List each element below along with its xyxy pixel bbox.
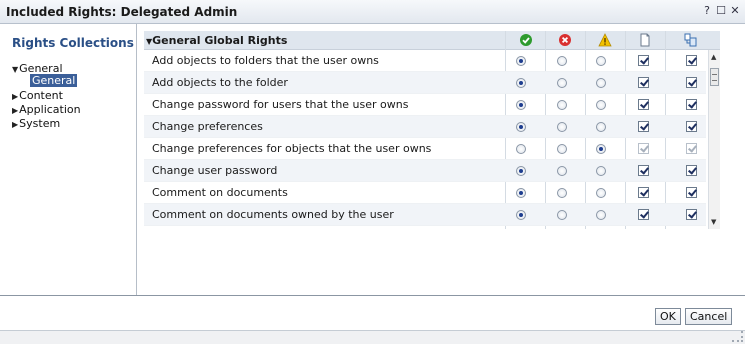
- apply-to-object-checkbox[interactable]: [638, 77, 649, 88]
- not-specified-radio[interactable]: [596, 144, 606, 154]
- denied-radio[interactable]: [557, 56, 567, 66]
- not-specified-radio[interactable]: [596, 166, 606, 176]
- status-bar: [0, 330, 745, 344]
- close-icon[interactable]: ✕: [728, 4, 742, 18]
- grid-scrollbar[interactable]: ▲ ▼: [708, 50, 720, 229]
- granted-radio[interactable]: [516, 188, 526, 198]
- tree-item-label: System: [19, 117, 61, 130]
- apply-to-object-checkbox[interactable]: [638, 165, 649, 176]
- collapsed-arrow-icon: ▶: [12, 106, 19, 115]
- granted-radio[interactable]: [516, 166, 526, 176]
- not-specified-icon: [598, 33, 612, 47]
- apply-to-subobjects-checkbox[interactable]: [686, 209, 697, 220]
- denied-radio[interactable]: [557, 100, 567, 110]
- not-specified-radio[interactable]: [596, 188, 606, 198]
- tree-item-label: Application: [19, 103, 81, 116]
- denied-radio[interactable]: [557, 188, 567, 198]
- apply-to-subobjects-icon: [684, 33, 697, 47]
- apply-to-subobjects-checkbox[interactable]: [686, 121, 697, 132]
- grid-header-title[interactable]: ▼General Global Rights: [146, 34, 287, 47]
- granted-radio[interactable]: [516, 210, 526, 220]
- granted-radio[interactable]: [516, 100, 526, 110]
- apply-to-subobjects-checkbox[interactable]: [686, 55, 697, 66]
- right-label: Comment on documents: [152, 186, 288, 199]
- tree-item-general-general[interactable]: General: [30, 74, 78, 87]
- help-icon[interactable]: ?: [700, 4, 714, 18]
- right-label: Change password for users that the user …: [152, 98, 409, 111]
- denied-radio[interactable]: [557, 122, 567, 132]
- denied-radio[interactable]: [557, 144, 567, 154]
- not-specified-radio[interactable]: [596, 210, 606, 220]
- right-label: Change user password: [152, 164, 278, 177]
- tree-item-content[interactable]: ▶Content: [12, 89, 63, 102]
- rights-row: Comment on documents owned by the user: [144, 204, 706, 226]
- granted-radio[interactable]: [516, 78, 526, 88]
- rights-row: Comment on documents: [144, 182, 706, 204]
- rights-row: Add objects to folders that the user own…: [144, 50, 706, 72]
- apply-to-object-checkbox[interactable]: [638, 55, 649, 66]
- rights-row: Change user password: [144, 160, 706, 182]
- rights-row: Change preferences for objects that the …: [144, 138, 706, 160]
- apply-to-object-checkbox[interactable]: [638, 99, 649, 110]
- scroll-thumb[interactable]: [710, 68, 719, 86]
- apply-to-object-checkbox[interactable]: [638, 209, 649, 220]
- right-label: Add objects to the folder: [152, 76, 288, 89]
- apply-to-subobjects-checkbox[interactable]: [686, 165, 697, 176]
- expanded-arrow-icon: ▼: [12, 65, 19, 74]
- ok-button[interactable]: OK: [655, 308, 681, 325]
- tree-item-label: Content: [19, 89, 63, 102]
- rights-collections-title: Rights Collections: [12, 36, 134, 50]
- rights-collections-panel: Rights Collections ▼General General ▶Con…: [0, 24, 137, 295]
- denied-radio[interactable]: [557, 210, 567, 220]
- resize-grip-icon[interactable]: [732, 331, 743, 342]
- rights-grid: ▼General Global Rights Add objects to fo…: [144, 31, 720, 229]
- collapsed-arrow-icon: ▶: [12, 92, 19, 101]
- maximize-icon[interactable]: ☐: [714, 4, 728, 18]
- granted-radio[interactable]: [516, 122, 526, 132]
- apply-to-object-checkbox[interactable]: [638, 121, 649, 132]
- rights-row: Change password for users that the user …: [144, 94, 706, 116]
- right-label: Change preferences: [152, 120, 263, 133]
- denied-radio[interactable]: [557, 78, 567, 88]
- apply-to-subobjects-checkbox[interactable]: [686, 143, 697, 154]
- denied-radio[interactable]: [557, 166, 567, 176]
- scroll-up-icon[interactable]: ▲: [711, 53, 716, 61]
- collapsed-arrow-icon: ▶: [12, 120, 19, 129]
- tree-item-system[interactable]: ▶System: [12, 117, 60, 130]
- apply-to-subobjects-checkbox[interactable]: [686, 99, 697, 110]
- not-specified-radio[interactable]: [596, 78, 606, 88]
- right-label: Comment on documents owned by the user: [152, 208, 394, 221]
- tree-item-application[interactable]: ▶Application: [12, 103, 81, 116]
- apply-to-subobjects-checkbox[interactable]: [686, 187, 697, 198]
- dialog-footer: OK Cancel: [0, 295, 745, 344]
- apply-to-object-checkbox[interactable]: [638, 143, 649, 154]
- grid-header: ▼General Global Rights: [144, 31, 720, 50]
- not-specified-radio[interactable]: [596, 100, 606, 110]
- granted-radio[interactable]: [516, 56, 526, 66]
- right-label: Add objects to folders that the user own…: [152, 54, 379, 67]
- not-specified-radio[interactable]: [596, 122, 606, 132]
- window-title: Included Rights: Delegated Admin: [6, 5, 238, 19]
- apply-to-object-icon: [640, 33, 650, 47]
- apply-to-object-checkbox[interactable]: [638, 187, 649, 198]
- scroll-down-icon[interactable]: ▼: [711, 218, 716, 226]
- denied-icon: [559, 34, 571, 46]
- rights-row: Add objects to the folder: [144, 72, 706, 94]
- granted-icon: [520, 34, 532, 46]
- title-bar: Included Rights: Delegated Admin ? ☐ ✕: [0, 0, 745, 24]
- apply-to-subobjects-checkbox[interactable]: [686, 77, 697, 88]
- not-specified-radio[interactable]: [596, 56, 606, 66]
- granted-radio[interactable]: [516, 144, 526, 154]
- rights-row: Change preferences: [144, 116, 706, 138]
- right-label: Change preferences for objects that the …: [152, 142, 432, 155]
- cancel-button[interactable]: Cancel: [685, 308, 733, 325]
